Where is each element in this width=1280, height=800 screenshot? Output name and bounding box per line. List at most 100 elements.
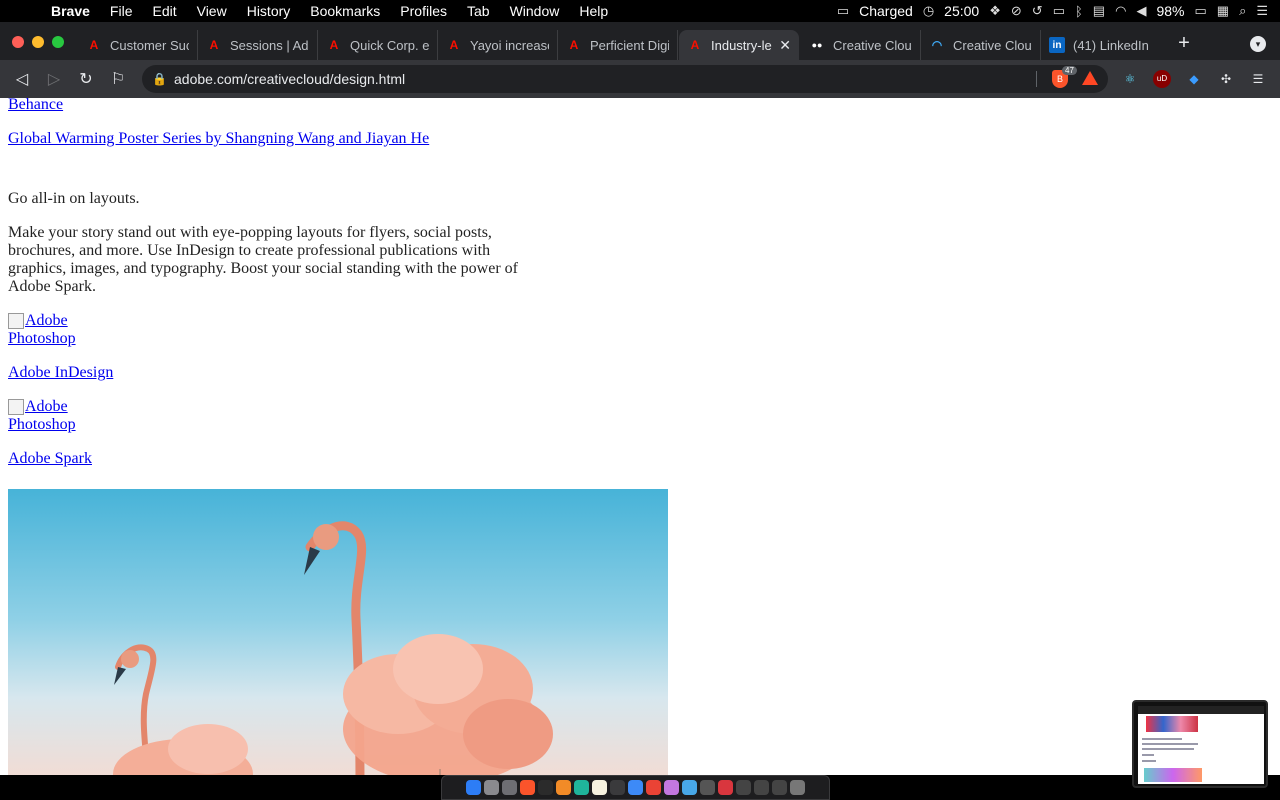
chrome-icon[interactable] (646, 780, 661, 795)
notes-icon[interactable] (592, 780, 607, 795)
music-icon[interactable] (664, 780, 679, 795)
terminal-icon[interactable] (538, 780, 553, 795)
thumbnail-text-line (1142, 748, 1194, 750)
shields-blocked-count: 47 (1062, 66, 1077, 75)
minimized-window-icon[interactable] (736, 780, 751, 795)
tab-title: Sessions | Ado (230, 37, 309, 53)
spotlight-search-icon[interactable]: ⌕ (1239, 3, 1246, 19)
timer-icon[interactable]: ◷ (923, 3, 934, 19)
broken-image-icon (8, 399, 24, 415)
tab-title: Yayoi increase (470, 37, 549, 53)
behance-link[interactable]: Behance (8, 98, 63, 114)
menu-history[interactable]: History (237, 3, 301, 19)
menu-tab[interactable]: Tab (457, 3, 500, 19)
flamingo-illustration (113, 521, 553, 775)
section-body-text: Make your story stand out with eye-poppi… (8, 224, 518, 295)
finder-icon[interactable] (466, 780, 481, 795)
bookmark-icon[interactable]: ⚐ (102, 69, 134, 89)
brave-browser-icon[interactable] (520, 780, 535, 795)
address-bar-divider (1036, 71, 1037, 87)
tab-title: Customer Succ (110, 37, 189, 53)
tab-creative-cloud[interactable]: ◠ Creative Cloud (921, 30, 1041, 60)
macos-menu-bar: Brave File Edit View History Bookmarks P… (0, 0, 1280, 22)
gem-extension-icon[interactable]: ◆ (1185, 70, 1203, 88)
battery-status-text[interactable]: Charged (859, 3, 913, 19)
tab-creative-cloud-medium[interactable]: ●● Creative Cloud (801, 30, 921, 60)
minimized-window-icon[interactable] (700, 780, 715, 795)
tab-linkedin[interactable]: in (41) LinkedIn (1041, 30, 1161, 60)
tab-title: Industry-le (711, 37, 772, 53)
new-tab-button[interactable]: + (1174, 32, 1194, 55)
photoshop-image-link-1[interactable]: Adobe Photoshop (8, 312, 98, 348)
focus-icon[interactable]: ⊘ (1011, 3, 1022, 19)
minimized-window-icon[interactable] (754, 780, 769, 795)
web-page-content: Behance Global Warming Poster Series by … (0, 98, 1280, 775)
close-tab-icon[interactable]: ✕ (775, 37, 791, 54)
back-button[interactable]: ◁ (6, 69, 38, 89)
react-devtools-icon[interactable]: ⚛ (1121, 70, 1139, 88)
thumbnail-image (1138, 706, 1264, 784)
tab-sessions[interactable]: A Sessions | Ado (198, 30, 318, 60)
activity-monitor-icon[interactable] (610, 780, 625, 795)
timer-text[interactable]: 25:00 (944, 3, 979, 19)
url-text[interactable]: adobe.com/creativecloud/design.html (174, 71, 405, 87)
lock-icon[interactable]: 🔒 (152, 72, 168, 86)
iterm-icon[interactable] (574, 780, 589, 795)
forward-button[interactable]: ▷ (38, 69, 70, 89)
thumbnail-text-line (1142, 743, 1198, 745)
menu-profiles[interactable]: Profiles (390, 3, 457, 19)
wifi-icon[interactable]: ◠ (1115, 3, 1126, 19)
tab-yayoi[interactable]: A Yayoi increase (438, 30, 558, 60)
airplay-icon[interactable]: ▭ (1053, 3, 1065, 19)
photoshop-image-link-2[interactable]: Adobe Photoshop (8, 398, 98, 434)
minimized-window-icon[interactable] (772, 780, 787, 795)
minimize-window-button[interactable] (32, 36, 44, 48)
browser-window-chrome: A Customer Succ A Sessions | Ado A Quick… (0, 22, 1280, 98)
close-window-button[interactable] (12, 36, 24, 48)
adobe-spark-link[interactable]: Adobe Spark (8, 450, 92, 468)
menu-window[interactable]: Window (500, 3, 570, 19)
zoom-window-button[interactable] (52, 36, 64, 48)
battery-icon[interactable]: ▭ (1194, 3, 1206, 19)
reload-button[interactable]: ↻ (70, 69, 102, 89)
menu-app-name[interactable]: Brave (43, 3, 100, 19)
browser-menu-icon[interactable]: ☰ (1249, 70, 1267, 88)
sublime-text-icon[interactable] (556, 780, 571, 795)
tab-perficient[interactable]: A Perficient Digit (558, 30, 678, 60)
pdf-document-icon[interactable] (718, 780, 733, 795)
adobe-indesign-link[interactable]: Adobe InDesign (8, 364, 113, 382)
notification-center-icon[interactable]: ☰ (1256, 3, 1268, 19)
system-preferences-icon[interactable] (502, 780, 517, 795)
downloads-folder-icon[interactable] (682, 780, 697, 795)
battery-charged-icon[interactable]: ▭ (837, 3, 849, 19)
bluetooth-icon[interactable]: ᛒ (1075, 4, 1083, 19)
volume-icon[interactable]: ◀ (1136, 3, 1146, 19)
battery-percent-text[interactable]: 98% (1156, 3, 1184, 19)
launchpad-icon[interactable] (484, 780, 499, 795)
input-source-flag-icon[interactable]: ▦ (1217, 3, 1229, 19)
menu-file[interactable]: File (100, 3, 143, 19)
trash-icon[interactable] (790, 780, 805, 795)
adobe-icon: A (329, 38, 339, 52)
tab-customer-success[interactable]: A Customer Succ (78, 30, 198, 60)
extensions-puzzle-icon[interactable]: ✣ (1217, 70, 1235, 88)
poster-series-link[interactable]: Global Warming Poster Series by Shangnin… (8, 130, 429, 148)
ublock-origin-icon[interactable]: uD (1153, 70, 1171, 88)
menu-view[interactable]: View (187, 3, 237, 19)
tab-title: Quick Corp. en (350, 37, 429, 53)
clock-icon[interactable] (628, 780, 643, 795)
menu-help[interactable]: Help (569, 3, 618, 19)
keyboard-icon[interactable]: ▤ (1093, 3, 1105, 19)
thumbnail-text-line (1142, 754, 1154, 756)
time-machine-icon[interactable]: ↺ (1032, 3, 1043, 19)
dropbox-icon[interactable]: ❖ (989, 3, 1001, 19)
menu-bookmarks[interactable]: Bookmarks (300, 3, 390, 19)
tab-search-icon[interactable]: ▾ (1250, 36, 1266, 52)
tab-industry-leading-active[interactable]: A Industry-le ✕ (679, 30, 799, 60)
tab-quick-corp[interactable]: A Quick Corp. en (318, 30, 438, 60)
menu-edit[interactable]: Edit (142, 3, 186, 19)
brave-rewards-icon[interactable] (1082, 71, 1098, 85)
address-bar[interactable]: 🔒 adobe.com/creativecloud/design.html B … (142, 65, 1108, 93)
screenshot-thumbnail-preview[interactable] (1132, 700, 1268, 788)
flamingo-hero-image (8, 489, 668, 775)
